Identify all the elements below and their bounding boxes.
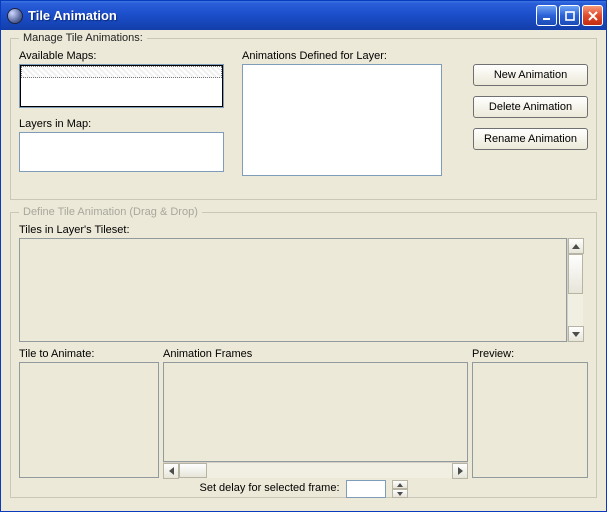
- new-animation-button[interactable]: New Animation: [473, 64, 588, 86]
- tile-to-animate-area[interactable]: [19, 362, 159, 478]
- minimize-button[interactable]: [536, 5, 557, 26]
- frames-hscroll[interactable]: [163, 462, 468, 478]
- tileset-container: [19, 238, 588, 342]
- delay-label: Set delay for selected frame:: [199, 482, 339, 494]
- define-legend: Define Tile Animation (Drag & Drop): [19, 206, 202, 218]
- delay-spinner[interactable]: [392, 480, 408, 498]
- rename-animation-button[interactable]: Rename Animation: [473, 128, 588, 150]
- scroll-track[interactable]: [568, 294, 583, 326]
- preview-area[interactable]: [472, 362, 588, 478]
- scroll-thumb[interactable]: [568, 254, 583, 294]
- list-selection: [21, 66, 222, 78]
- frames-area[interactable]: [163, 362, 468, 462]
- hscroll-track[interactable]: [207, 463, 452, 478]
- animations-list[interactable]: [242, 64, 442, 176]
- client-area: Manage Tile Animations: Available Maps: …: [4, 30, 603, 508]
- layers-list[interactable]: [19, 132, 224, 172]
- layers-label: Layers in Map:: [19, 118, 224, 130]
- scroll-right-button[interactable]: [452, 463, 468, 479]
- frames-label: Animation Frames: [163, 348, 468, 360]
- define-group: Define Tile Animation (Drag & Drop) Tile…: [10, 206, 597, 498]
- tileset-area[interactable]: [19, 238, 567, 342]
- available-maps-label: Available Maps:: [19, 50, 224, 62]
- titlebar[interactable]: Tile Animation: [1, 1, 606, 30]
- tile-animation-window: Tile Animation Manage Tile Animations: A…: [0, 0, 607, 512]
- spin-down-button[interactable]: [392, 489, 408, 498]
- close-button[interactable]: [582, 5, 603, 26]
- spin-up-button[interactable]: [392, 480, 408, 489]
- manage-group: Manage Tile Animations: Available Maps: …: [10, 32, 597, 200]
- animations-label: Animations Defined for Layer:: [242, 50, 442, 62]
- maximize-button[interactable]: [559, 5, 580, 26]
- delay-input[interactable]: [346, 480, 386, 498]
- delete-animation-button[interactable]: Delete Animation: [473, 96, 588, 118]
- scroll-down-button[interactable]: [568, 326, 584, 342]
- scroll-up-button[interactable]: [568, 238, 584, 254]
- manage-legend: Manage Tile Animations:: [19, 32, 147, 44]
- preview-label: Preview:: [472, 348, 588, 360]
- tileset-label: Tiles in Layer's Tileset:: [19, 224, 588, 236]
- tileset-vscroll[interactable]: [567, 238, 583, 342]
- hscroll-thumb[interactable]: [179, 463, 207, 478]
- window-title: Tile Animation: [28, 8, 536, 23]
- app-icon: [7, 8, 23, 24]
- available-maps-list[interactable]: [19, 64, 224, 108]
- tile-to-animate-label: Tile to Animate:: [19, 348, 159, 360]
- scroll-left-button[interactable]: [163, 463, 179, 479]
